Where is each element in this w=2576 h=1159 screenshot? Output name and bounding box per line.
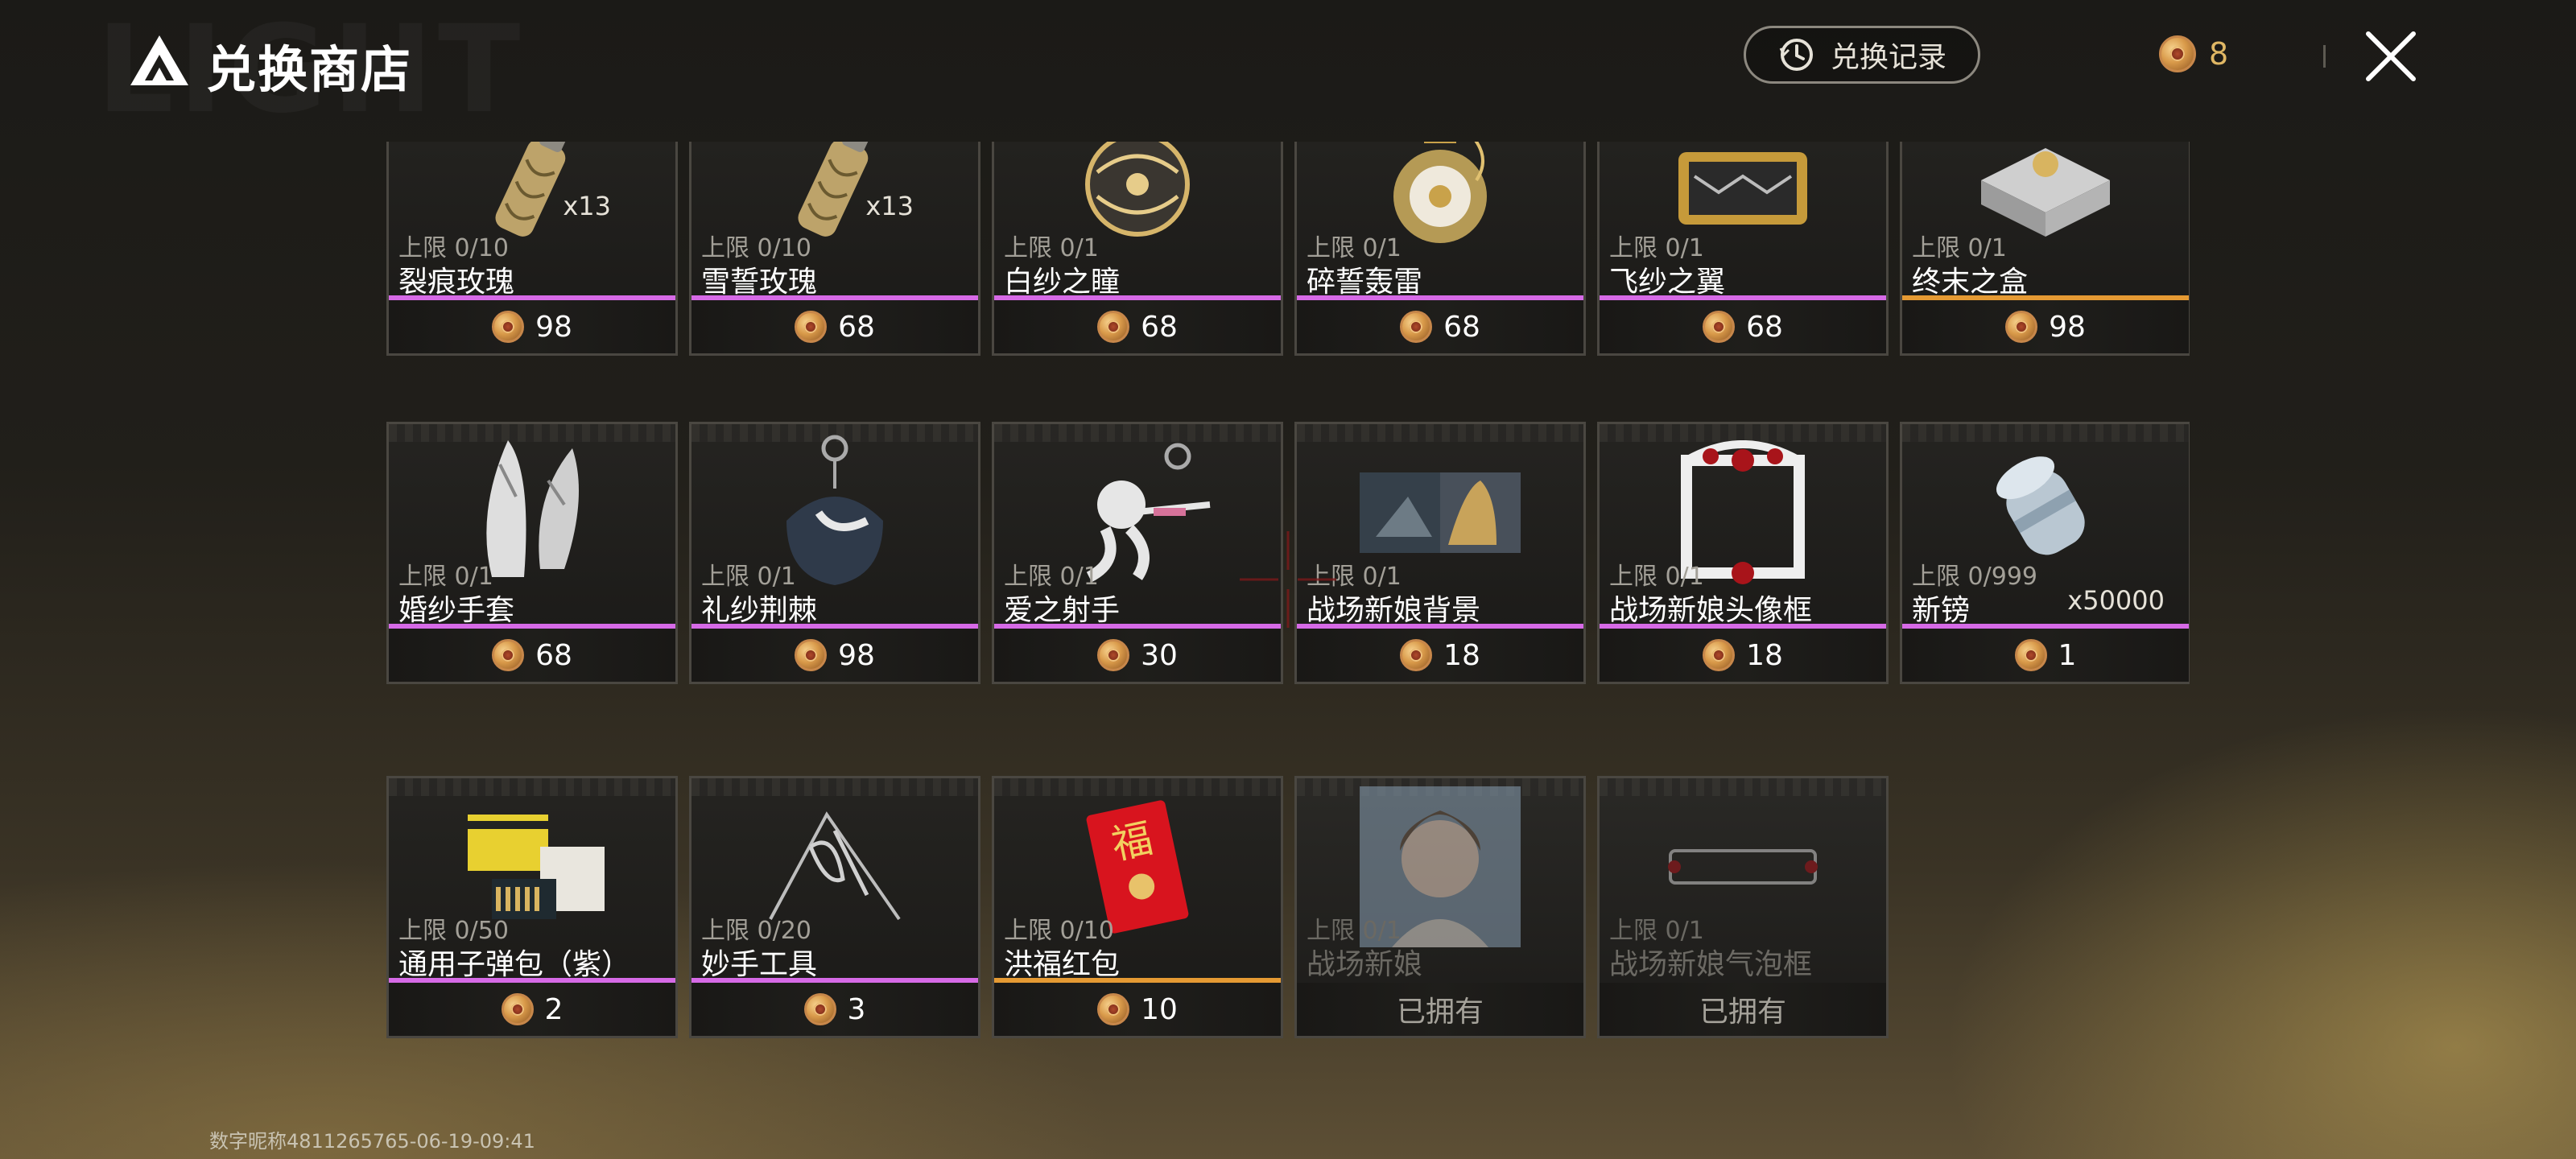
shop-item-card[interactable]: x13 上限 0/10 裂痕玫瑰 98 <box>386 142 678 356</box>
shop-item-card[interactable]: 上限 0/1 战场新娘 已拥有 <box>1294 776 1586 1038</box>
item-quantity: x50000 <box>2067 585 2165 616</box>
owned-label: 已拥有 <box>1396 996 1484 1029</box>
item-price: 30 <box>1141 638 1178 672</box>
shop-item-card[interactable]: 上限 0/1 婚纱手套 68 <box>386 422 678 684</box>
shop-item-card[interactable]: 上限 0/1 战场新娘头像框 18 <box>1597 422 1889 684</box>
item-name: 洪福红包 <box>1004 948 1121 981</box>
rose-coin-icon <box>1097 639 1130 671</box>
owned-status: 已拥有 <box>1600 983 1886 1036</box>
player-id-watermark: 数字昵称4811265765-06-19-09:41 <box>209 1130 535 1153</box>
buy-price-button[interactable]: 2 <box>389 983 675 1036</box>
buy-price-button[interactable]: 18 <box>1600 629 1886 682</box>
item-price: 68 <box>1443 310 1480 344</box>
item-name: 新镑 <box>1912 594 1971 627</box>
shop-item-card[interactable]: 上限 0/1 终末之盒 98 <box>1900 142 2190 356</box>
item-name: 通用子弹包（紫） <box>398 948 631 981</box>
shop-item-card[interactable]: 上限 0/1 飞纱之翼 68 <box>1597 142 1889 356</box>
rose-coin-icon <box>2159 35 2196 72</box>
item-price: 68 <box>535 638 572 672</box>
item-price: 98 <box>838 638 875 672</box>
crosshair-icon <box>1240 531 1336 628</box>
buy-price-button[interactable]: 3 <box>691 983 978 1036</box>
buy-price-button[interactable]: 68 <box>994 300 1281 353</box>
top-bar: 兑换商店 兑换记录 8 <box>0 0 2576 129</box>
buy-price-button[interactable]: 30 <box>994 629 1281 682</box>
item-name: 碎誓轰雷 <box>1307 266 1423 299</box>
rose-coin-icon <box>2014 639 2047 671</box>
buy-price-button[interactable]: 68 <box>1297 300 1583 353</box>
item-name: 婚纱手套 <box>398 594 515 627</box>
shop-item-card[interactable]: 上限 0/1 白纱之瞳 68 <box>992 142 1283 356</box>
item-price: 98 <box>535 310 572 344</box>
item-name: 爱之射手 <box>1004 594 1121 627</box>
page-title: 兑换商店 <box>206 40 413 99</box>
item-name: 雪誓玫瑰 <box>701 266 818 299</box>
item-price: 68 <box>1746 310 1783 344</box>
shop-item-card[interactable]: x50000 上限 0/999 新镑 1 <box>1900 422 2190 684</box>
currency-display: 8 <box>2159 35 2228 72</box>
item-quantity: x13 <box>865 191 914 221</box>
item-price: 68 <box>1141 310 1178 344</box>
buy-price-button[interactable]: 98 <box>389 300 675 353</box>
item-name: 礼纱荆棘 <box>701 594 818 627</box>
shop-item-card[interactable]: 上限 0/20 妙手工具 3 <box>689 776 980 1038</box>
shop-item-card[interactable]: 上限 0/50 通用子弹包（紫） 2 <box>386 776 678 1038</box>
item-price: 18 <box>1746 638 1783 672</box>
buy-price-button[interactable]: 98 <box>1902 300 2189 353</box>
buy-price-button[interactable]: 18 <box>1297 629 1583 682</box>
history-clock-icon <box>1779 39 1813 71</box>
item-price: 18 <box>1443 638 1480 672</box>
item-name: 终末之盒 <box>1912 266 2029 299</box>
rose-coin-icon <box>492 311 525 343</box>
rose-coin-icon <box>1703 311 1736 343</box>
owned-label: 已拥有 <box>1699 996 1786 1029</box>
buy-price-button[interactable]: 68 <box>691 300 978 353</box>
rose-coin-icon <box>1400 639 1433 671</box>
shop-logo-icon <box>130 35 188 85</box>
item-price: 10 <box>1141 992 1178 1026</box>
item-quantity: x13 <box>563 191 611 221</box>
item-name: 飞纱之翼 <box>1609 266 1726 299</box>
rose-coin-icon <box>1097 993 1130 1025</box>
buy-price-button[interactable]: 1 <box>1902 629 2189 682</box>
exchange-history-label: 兑换记录 <box>1830 41 1946 74</box>
currency-amount: 8 <box>2209 36 2229 72</box>
rose-coin-icon <box>501 993 534 1025</box>
rose-coin-icon <box>795 311 828 343</box>
item-price: 2 <box>544 992 564 1026</box>
rose-coin-icon <box>1400 311 1433 343</box>
shop-item-card[interactable]: 上限 0/1 战场新娘背景 18 <box>1294 422 1586 684</box>
divider <box>2323 45 2326 68</box>
item-name: 战场新娘头像框 <box>1609 594 1813 627</box>
item-price: 68 <box>838 310 875 344</box>
item-price: 98 <box>2049 310 2086 344</box>
rose-coin-icon <box>795 639 828 671</box>
rose-coin-icon <box>803 993 836 1025</box>
item-name: 战场新娘 <box>1307 948 1423 981</box>
shop-item-card[interactable]: 上限 0/1 碎誓轰雷 68 <box>1294 142 1586 356</box>
item-name: 白纱之瞳 <box>1004 266 1121 299</box>
owned-status: 已拥有 <box>1297 983 1583 1036</box>
shop-item-card[interactable]: 福 上限 0/10 洪福红包 10 <box>992 776 1283 1038</box>
item-name: 战场新娘气泡框 <box>1609 948 1813 981</box>
exchange-history-button[interactable]: 兑换记录 <box>1744 26 1980 84</box>
shop-item-card[interactable]: x13 上限 0/10 雪誓玫瑰 68 <box>689 142 980 356</box>
rose-coin-icon <box>492 639 525 671</box>
rose-coin-icon <box>2005 311 2038 343</box>
rose-coin-icon <box>1703 639 1736 671</box>
item-price: 1 <box>2058 638 2077 672</box>
buy-price-button[interactable]: 68 <box>389 629 675 682</box>
buy-price-button[interactable]: 10 <box>994 983 1281 1036</box>
item-name: 裂痕玫瑰 <box>398 266 515 299</box>
shop-item-card[interactable]: 上限 0/1 战场新娘气泡框 已拥有 <box>1597 776 1889 1038</box>
buy-price-button[interactable]: 98 <box>691 629 978 682</box>
shop-item-card[interactable]: 上限 0/1 礼纱荆棘 98 <box>689 422 980 684</box>
item-price: 3 <box>847 992 866 1026</box>
rose-coin-icon <box>1097 311 1130 343</box>
close-icon[interactable] <box>2360 26 2421 87</box>
buy-price-button[interactable]: 68 <box>1600 300 1886 353</box>
item-name: 妙手工具 <box>701 948 818 981</box>
